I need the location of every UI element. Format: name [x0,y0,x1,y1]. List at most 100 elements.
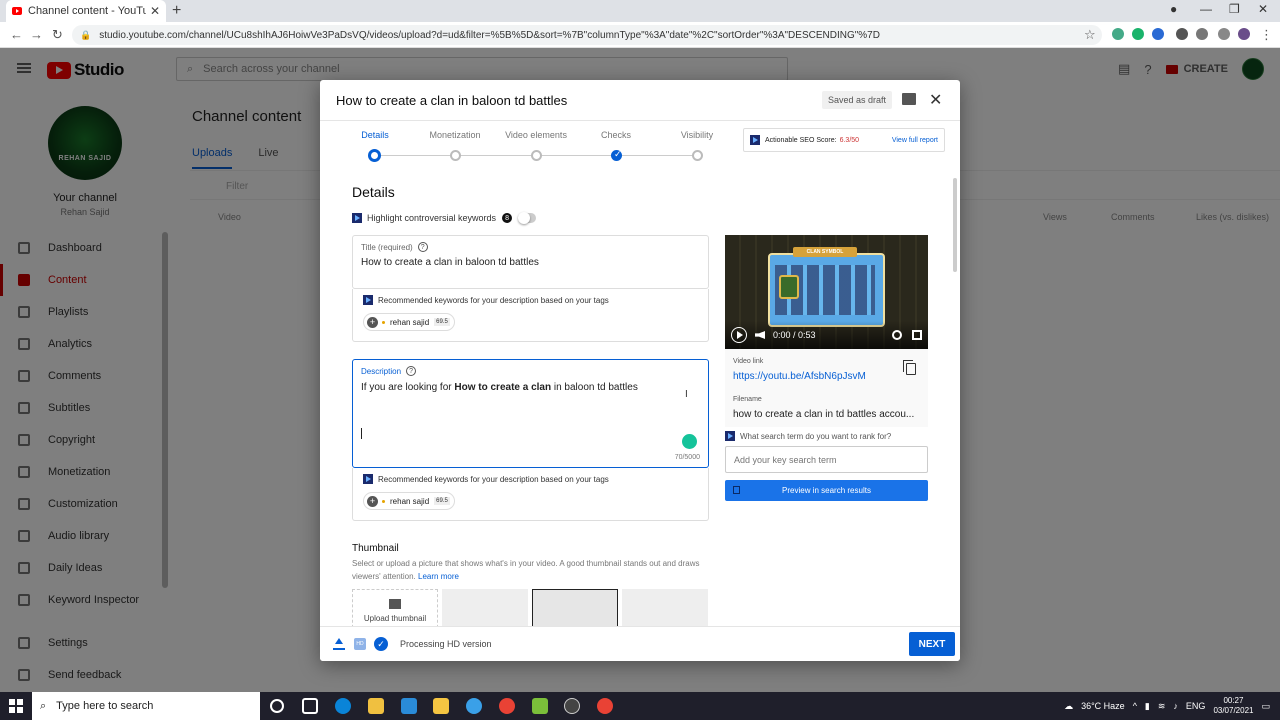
video-player[interactable]: CLAN SYMBOL 0:00 / 0:53 [725,235,928,349]
dialog-footer: HD ✓ Processing HD version NEXT [320,626,960,661]
volume-icon[interactable] [755,331,765,339]
browser-menu-icon[interactable]: ⋮ [1260,27,1273,43]
step-dot[interactable] [531,150,542,161]
close-window-icon[interactable]: ✕ [1258,2,1268,16]
search-icon: ⌕ [40,699,47,712]
upload-stepper: Details Monetization Video elements Chec… [350,130,730,170]
step-dot[interactable] [692,150,703,161]
step-video-elements[interactable]: Video elements [491,130,581,140]
hd-icon: HD [354,638,366,650]
maximize-icon[interactable]: ❐ [1229,2,1240,16]
app-icon-2[interactable] [532,698,548,714]
clock[interactable]: 00:27 03/07/2021 [1213,696,1253,716]
thumbnail-option-selected[interactable] [532,589,618,626]
step-visibility[interactable]: Visibility [652,130,742,140]
notifications-icon[interactable]: ▭ [1261,701,1270,712]
desc-suffix: in baloon td battles [551,382,638,393]
rec-text: Recommended keywords for your descriptio… [363,295,609,305]
thumbnail-option[interactable] [442,589,528,626]
cortana-icon[interactable] [270,699,284,713]
dialog-scrollbar[interactable] [953,178,957,272]
preview-in-search-button[interactable]: Preview in search results [725,480,928,501]
taskbar-search[interactable]: ⌕ Type here to search [32,692,260,720]
close-dialog-icon[interactable]: ✕ [929,90,942,110]
title-value: How to create a clan in baloon td battle… [361,257,539,268]
vidiq-icon [750,135,760,145]
forward-icon[interactable]: → [30,27,43,42]
profile-dot-icon[interactable]: ● [1170,2,1177,16]
recommended-keywords-description: Recommended keywords for your descriptio… [352,468,709,521]
vidiq-icon [363,474,373,484]
fullscreen-icon[interactable] [912,330,922,340]
step-dot[interactable] [450,150,461,161]
extension-icon-3[interactable] [1196,28,1208,40]
grammarly-icon[interactable] [682,434,697,449]
chrome-icon-2[interactable] [597,698,613,714]
file-explorer-icon[interactable] [433,698,449,714]
thumbnail-description: Select or upload a picture that shows wh… [352,557,712,583]
close-tab-icon[interactable]: ✕ [150,4,160,18]
highlight-toggle[interactable] [518,212,537,224]
network-icon[interactable]: ▮ [1145,701,1150,712]
task-view-icon[interactable] [302,698,318,714]
video-link[interactable]: https://youtu.be/AfsbN6pJsvM [733,371,866,382]
windows-start-icon[interactable] [9,699,23,713]
rank-question-text: What search term do you want to rank for… [740,431,892,441]
saved-draft-badge: Saved as draft [822,91,893,109]
volume-icon[interactable]: ♪ [1173,701,1178,711]
step-details[interactable]: Details [330,130,420,140]
edge-icon[interactable] [335,698,351,714]
title-field[interactable]: Title (required)? How to create a clan i… [352,235,709,289]
chip-label: rehan sajid [390,496,430,506]
step-monetization[interactable]: Monetization [410,130,500,140]
rank-question: What search term do you want to rank for… [725,431,891,441]
title-field-label: Title (required)? [361,242,428,252]
chevron-up-icon[interactable]: ^ [1133,701,1137,711]
profile-avatar-icon[interactable] [1238,28,1250,40]
step-dot-current[interactable] [368,149,381,162]
report-issue-icon[interactable] [902,93,916,105]
play-icon[interactable] [731,327,747,343]
view-full-report-link[interactable]: View full report [892,137,938,144]
grammarly-extension-icon[interactable] [1132,28,1144,40]
next-button[interactable]: NEXT [909,632,955,656]
bookmark-star-icon[interactable]: ☆ [1084,27,1096,43]
extension-icon[interactable] [1112,28,1124,40]
chrome-icon[interactable] [499,698,515,714]
keyword-chip[interactable]: + rehan sajid 69.5 [363,492,455,510]
learn-more-link[interactable]: Learn more [418,572,459,581]
url-field[interactable]: 🔒 studio.youtube.com/channel/UCu8shIhAJ6… [72,25,1102,45]
desc-prefix: If you are looking for [361,382,455,393]
copy-icon[interactable] [903,360,916,375]
language-indicator[interactable]: ENG [1186,701,1206,711]
gear-icon[interactable] [892,330,902,340]
back-icon[interactable]: ← [10,27,23,42]
tab-title: Channel content - YouTube Studio [28,5,146,17]
mail-icon[interactable] [401,698,417,714]
help-icon[interactable]: ? [406,366,417,376]
help-icon[interactable]: ? [417,242,428,252]
step-checks[interactable]: Checks [571,130,661,140]
step-dot-done[interactable] [611,149,622,161]
preview-btn-label: Preview in search results [782,486,871,495]
new-tab-icon[interactable]: + [172,2,181,20]
minimize-icon[interactable]: — [1200,2,1212,16]
weather-text[interactable]: 36°C Haze [1081,701,1125,711]
extensions-puzzle-icon[interactable] [1218,28,1230,40]
text-caret [361,428,362,439]
app-icon[interactable] [466,698,482,714]
wifi-icon[interactable]: ≋ [1158,701,1166,712]
key-search-term-input[interactable] [725,446,928,473]
extension-icon-2[interactable] [1176,28,1188,40]
thumbnail-option[interactable] [622,589,708,626]
vidiq-extension-icon[interactable] [1152,28,1164,40]
upload-thumbnail-button[interactable]: Upload thumbnail [352,589,438,626]
rec-label: Recommended keywords for your descriptio… [378,295,609,305]
browser-tab[interactable]: Channel content - YouTube Studio ✕ [6,0,166,22]
description-field[interactable]: Description? If you are looking for How … [352,359,709,468]
obs-icon[interactable] [564,698,580,714]
system-tray: ☁ 36°C Haze ^ ▮ ≋ ♪ ENG 00:27 03/07/2021… [1064,692,1270,720]
reload-icon[interactable]: ↻ [52,27,63,43]
keyword-chip[interactable]: + rehan sajid 69.5 [363,313,455,331]
store-icon[interactable] [368,698,384,714]
